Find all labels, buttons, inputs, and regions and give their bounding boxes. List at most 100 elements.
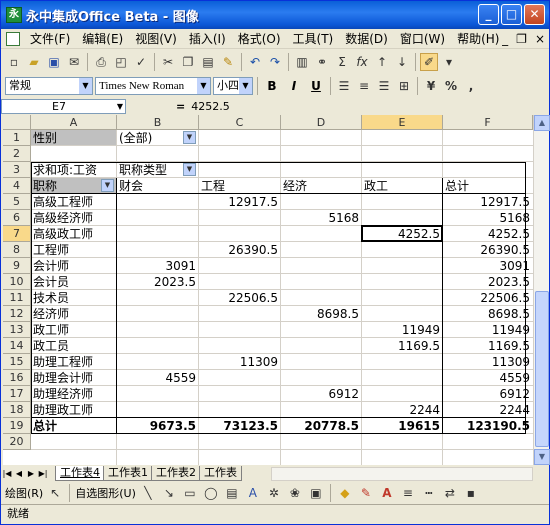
zoom-icon[interactable]: ▾	[440, 53, 458, 71]
cell-A16[interactable]: 助理会计师	[31, 370, 116, 385]
cell-B9[interactable]: 3091	[117, 258, 198, 273]
cell-D12[interactable]: 8698.5	[281, 306, 361, 321]
sort-descending-icon[interactable]: ↓	[393, 53, 411, 71]
horizontal-scrollbar[interactable]	[271, 467, 533, 481]
row-header[interactable]: 17	[3, 386, 31, 402]
row-header[interactable]: 10	[3, 274, 31, 290]
merge-center-icon[interactable]: ⊞	[395, 77, 413, 95]
dash-style-icon[interactable]: ┅	[420, 484, 438, 502]
cell-A6[interactable]: 高级经济师	[31, 210, 116, 225]
doc-restore-button[interactable]: ❐	[516, 32, 527, 46]
open-icon[interactable]: ▰	[25, 53, 43, 71]
insert-chart-icon[interactable]: ▥	[293, 53, 311, 71]
textbox-icon[interactable]: ▤	[223, 484, 241, 502]
row-header[interactable]: 5	[3, 194, 31, 210]
cell-F12[interactable]: 8698.5	[443, 306, 532, 321]
column-header[interactable]: F	[443, 115, 533, 130]
cell-A18[interactable]: 助理政工师	[31, 402, 116, 417]
cell-F11[interactable]: 22506.5	[443, 290, 532, 305]
cell-F5[interactable]: 12917.5	[443, 194, 532, 209]
cell-F6[interactable]: 5168	[443, 210, 532, 225]
font-size-select[interactable]: 小四 ▼	[213, 77, 253, 95]
image-icon[interactable]: ▣	[307, 484, 325, 502]
undo-icon[interactable]: ↶	[246, 53, 264, 71]
cell-A3[interactable]: 求和项:工资	[31, 162, 116, 177]
cell-A17[interactable]: 助理经济师	[31, 386, 116, 401]
cell-D4[interactable]: 经济	[281, 178, 361, 193]
prev-sheet-icon[interactable]: ◀	[13, 469, 25, 478]
menu-help[interactable]: 帮助(H)	[451, 30, 505, 47]
hyperlink-icon[interactable]: ⚭	[313, 53, 331, 71]
row-header[interactable]: 12	[3, 306, 31, 322]
copy-icon[interactable]: ❐	[179, 53, 197, 71]
comma-icon[interactable]: ,	[462, 77, 480, 95]
font-color-icon[interactable]: A	[378, 484, 396, 502]
font-select[interactable]: Times New Roman ▼	[95, 77, 211, 95]
name-box[interactable]: E7 ▼	[1, 98, 126, 114]
pivot-dropdown-icon[interactable]: ▼	[183, 131, 196, 144]
first-sheet-icon[interactable]: |◀	[1, 469, 13, 478]
cell-B10[interactable]: 2023.5	[117, 274, 198, 289]
column-header[interactable]: E	[362, 115, 443, 130]
cut-icon[interactable]: ✂	[159, 53, 177, 71]
paste-icon[interactable]: ▤	[199, 53, 217, 71]
cell-C5[interactable]: 12917.5	[199, 194, 280, 209]
autoshape-menu[interactable]: 自选图形(U)	[75, 485, 136, 501]
cell-A8[interactable]: 工程师	[31, 242, 116, 257]
row-header[interactable]: 6	[3, 210, 31, 226]
maximize-button[interactable]: □	[501, 4, 522, 25]
close-button[interactable]: ✕	[524, 4, 545, 25]
rectangle-icon[interactable]: ▭	[181, 484, 199, 502]
doc-close-button[interactable]: ×	[535, 32, 545, 46]
cell-B16[interactable]: 4559	[117, 370, 198, 385]
doc-minimize-button[interactable]: _	[502, 32, 508, 46]
cell-A11[interactable]: 技术员	[31, 290, 116, 305]
cell-A14[interactable]: 政工员	[31, 338, 116, 353]
scroll-down-icon[interactable]: ▼	[534, 449, 550, 465]
cell-D6[interactable]: 5168	[281, 210, 361, 225]
cell-F8[interactable]: 26390.5	[443, 242, 532, 257]
print-preview-icon[interactable]: ◰	[112, 53, 130, 71]
cell-A1[interactable]: 性别	[31, 130, 116, 145]
cell-E14[interactable]: 1169.5	[362, 338, 442, 353]
menu-insert[interactable]: 插入(I)	[183, 30, 232, 47]
row-header[interactable]: 7	[3, 226, 31, 242]
menu-window[interactable]: 窗口(W)	[394, 30, 451, 47]
cell-F13[interactable]: 11949	[443, 322, 532, 337]
cell-C15[interactable]: 11309	[199, 354, 280, 369]
arrow-icon[interactable]: ↘	[160, 484, 178, 502]
cell-F18[interactable]: 2244	[443, 402, 532, 417]
cell-F19[interactable]: 123190.5	[443, 418, 532, 433]
select-all-corner[interactable]	[3, 115, 31, 130]
tab-sheet4[interactable]: 工作表4	[55, 466, 105, 481]
cell-F14[interactable]: 1169.5	[443, 338, 532, 353]
cell-A15[interactable]: 助理工程师	[31, 354, 116, 369]
wordart-icon[interactable]: A	[244, 484, 262, 502]
align-left-icon[interactable]: ☰	[335, 77, 353, 95]
function-icon[interactable]: fx	[353, 53, 371, 71]
spellcheck-icon[interactable]: ✓	[132, 53, 150, 71]
cell-B19[interactable]: 9673.5	[117, 418, 198, 433]
cell-E4[interactable]: 政工	[362, 178, 442, 193]
line-style-icon[interactable]: ≡	[399, 484, 417, 502]
cell-D19[interactable]: 20778.5	[281, 418, 361, 433]
column-header[interactable]: D	[281, 115, 362, 130]
pivot-dropdown-icon[interactable]: ▼	[101, 179, 114, 192]
autosum-icon[interactable]: Σ	[333, 53, 351, 71]
cell-C11[interactable]: 22506.5	[199, 290, 280, 305]
format-painter-icon[interactable]: ✎	[219, 53, 237, 71]
cell-A9[interactable]: 会计师	[31, 258, 116, 273]
last-sheet-icon[interactable]: ▶|	[37, 469, 49, 478]
row-header[interactable]: 18	[3, 402, 31, 418]
menu-view[interactable]: 视图(V)	[129, 30, 183, 47]
save-icon[interactable]: ▣	[45, 53, 63, 71]
cell-E13[interactable]: 11949	[362, 322, 442, 337]
scroll-thumb[interactable]	[535, 291, 549, 447]
scroll-up-icon[interactable]: ▲	[534, 115, 550, 131]
style-select[interactable]: 常规 ▼	[5, 77, 93, 95]
column-header[interactable]: B	[117, 115, 199, 130]
bold-button[interactable]: B	[262, 77, 282, 95]
cell-F10[interactable]: 2023.5	[443, 274, 532, 289]
sort-ascending-icon[interactable]: ↑	[373, 53, 391, 71]
cell-F15[interactable]: 11309	[443, 354, 532, 369]
